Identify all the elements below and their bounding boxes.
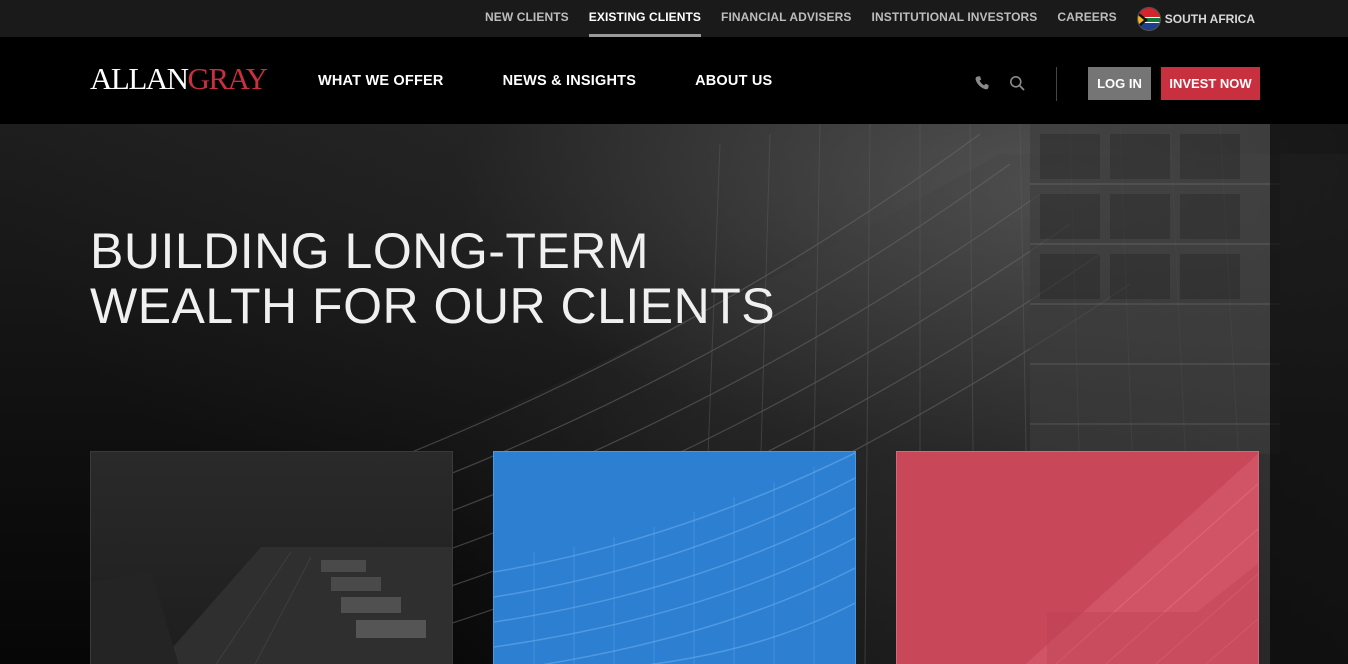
card-red-building-image [1025,453,1258,664]
nav-about-us[interactable]: ABOUT US [695,73,772,89]
hero-section: BUILDING LONG-TERM WEALTH FOR OUR CLIENT… [0,124,1348,664]
hero-headline-line-2: WEALTH FOR OUR CLIENTS [90,278,776,334]
card-dark-building-image [91,547,452,664]
login-button[interactable]: LOG IN [1088,67,1151,100]
main-header: ALLANGRAY WHAT WE OFFER NEWS & INSIGHTS … [0,37,1348,124]
region-selector[interactable]: SOUTH AFRICA [1136,6,1255,31]
hero-headline: BUILDING LONG-TERM WEALTH FOR OUR CLIENT… [90,224,775,334]
allan-gray-logo[interactable]: ALLANGRAY [90,61,269,97]
phone-icon[interactable] [972,73,992,93]
invest-now-button[interactable]: INVEST NOW [1161,67,1260,100]
topbar-link-existing-clients[interactable]: EXISTING CLIENTS [588,0,702,37]
topbar-link-institutional-investors[interactable]: INSTITUTIONAL INVESTORS [872,0,1038,37]
nav-news-insights[interactable]: NEWS & INSIGHTS [503,73,637,89]
topbar-link-new-clients[interactable]: NEW CLIENTS [485,0,569,37]
feature-card-blue[interactable] [493,451,856,664]
search-icon[interactable] [1007,73,1027,93]
topbar-link-careers[interactable]: CAREERS [1057,0,1116,37]
hero-headline-line-1: BUILDING LONG-TERM [90,223,650,279]
nav-what-we-offer[interactable]: WHAT WE OFFER [318,73,444,89]
card-blue-building-image [494,452,855,664]
feature-card-red[interactable] [896,451,1259,664]
main-nav: WHAT WE OFFER NEWS & INSIGHTS ABOUT US [318,73,831,89]
top-utility-bar: NEW CLIENTS EXISTING CLIENTS FINANCIAL A… [0,0,1348,37]
header-divider [1056,67,1057,101]
region-label: SOUTH AFRICA [1164,11,1255,26]
header-icons [972,73,1042,93]
topbar-link-financial-advisers[interactable]: FINANCIAL ADVISERS [721,0,851,37]
logo-part-gray: GRAY [187,61,269,96]
audience-links: NEW CLIENTS EXISTING CLIENTS FINANCIAL A… [465,0,1255,37]
logo-part-allan: ALLAN [90,61,189,96]
south-africa-flag-icon [1136,6,1161,31]
feature-card-dark[interactable] [90,451,453,664]
